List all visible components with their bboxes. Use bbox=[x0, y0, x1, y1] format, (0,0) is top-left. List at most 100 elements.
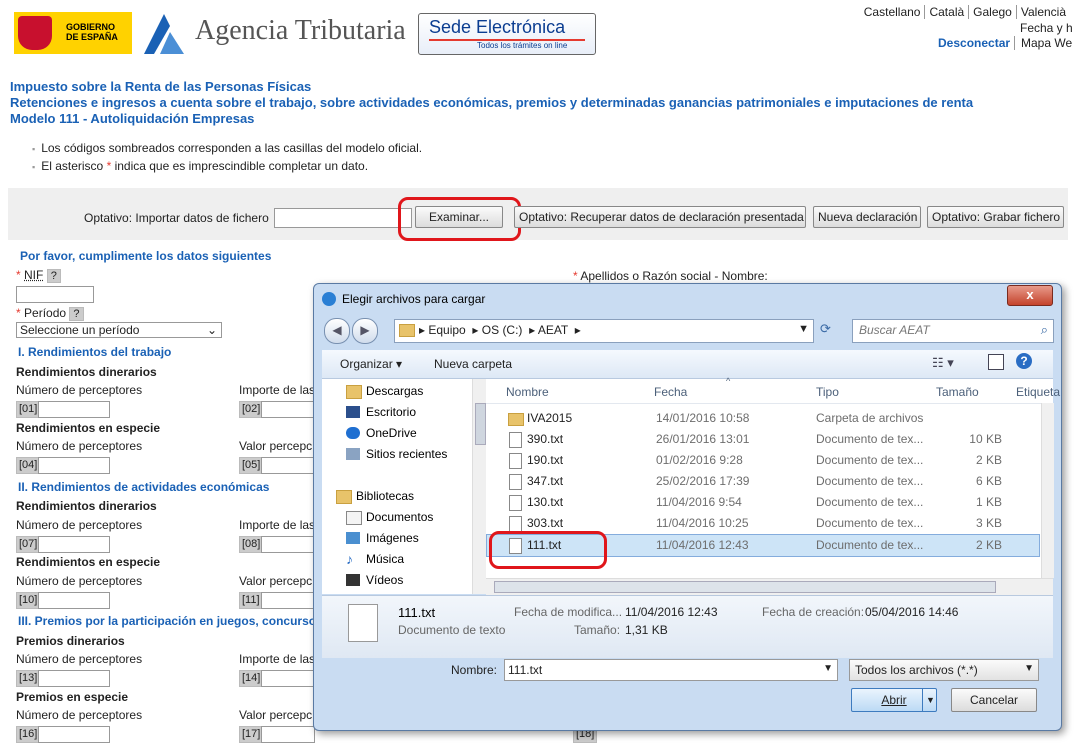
casilla-input[interactable] bbox=[261, 457, 315, 474]
cancel-button[interactable]: Cancelar bbox=[951, 688, 1037, 712]
casilla-input[interactable] bbox=[38, 401, 110, 418]
chevron-down-icon[interactable]: ▼ bbox=[922, 689, 935, 711]
nav-item-libraries[interactable]: Bibliotecas bbox=[356, 489, 414, 503]
perceptores-label: Número de perceptores bbox=[16, 518, 143, 532]
lang-valencia[interactable]: Valencià bbox=[1015, 5, 1070, 19]
chevron-down-icon[interactable]: ▼ bbox=[823, 663, 833, 674]
text-file-icon bbox=[509, 474, 522, 490]
chevron-down-icon[interactable]: ▼ bbox=[798, 323, 809, 335]
file-type-filter[interactable]: Todos los archivos (*.*) ▼ bbox=[849, 659, 1039, 681]
file-row-390[interactable]: 390.txt 26/01/2016 13:01 Documento de te… bbox=[486, 429, 1041, 450]
close-button[interactable]: x bbox=[1007, 285, 1053, 306]
casilla-code: [02] bbox=[239, 401, 264, 418]
path-aeat[interactable]: AEAT bbox=[538, 323, 568, 337]
casilla-input[interactable] bbox=[38, 726, 110, 743]
horizontal-scrollbar[interactable] bbox=[486, 578, 1053, 595]
casilla-code: [10] bbox=[16, 592, 41, 609]
agency-name: Agencia Tributaria bbox=[195, 15, 406, 46]
nav-item-downloads[interactable]: Descargas bbox=[366, 384, 423, 398]
file-row-iva2015[interactable]: IVA2015 14/01/2016 10:58 Carpeta de arch… bbox=[486, 408, 1041, 429]
perceptores-label: Número de perceptores bbox=[16, 383, 143, 397]
lang-galego[interactable]: Galego bbox=[968, 5, 1016, 19]
nav-item-recent[interactable]: Sitios recientes bbox=[366, 447, 447, 461]
date-label: Fecha y h bbox=[1020, 21, 1073, 35]
col-tags[interactable]: Etiqueta bbox=[1016, 385, 1060, 399]
casilla-input[interactable] bbox=[38, 457, 110, 474]
nav-item-desktop[interactable]: Escritorio bbox=[366, 405, 416, 419]
filename-input[interactable]: 111.txt ▼ bbox=[504, 659, 838, 681]
back-icon[interactable]: ◀ bbox=[324, 318, 350, 344]
detail-mod-label: Fecha de modifica... bbox=[514, 605, 623, 619]
view-options-icon[interactable]: ☷ ▾ bbox=[932, 355, 954, 371]
organize-menu[interactable]: Organizar ▾ bbox=[340, 357, 402, 371]
recent-places-icon bbox=[346, 448, 360, 460]
hscroll-thumb[interactable] bbox=[494, 581, 996, 593]
path-equipo[interactable]: Equipo bbox=[428, 323, 465, 337]
nav-item-onedrive[interactable]: OneDrive bbox=[366, 426, 417, 440]
open-button[interactable]: Abrir ▼ bbox=[851, 688, 937, 712]
importe-label: Importe de las bbox=[239, 383, 316, 397]
sede-electronica-logo[interactable]: Sede Electrónica Todos los trámites on l… bbox=[418, 13, 596, 55]
pictures-icon bbox=[346, 532, 360, 544]
file-list-scrollbar[interactable] bbox=[1041, 403, 1054, 578]
note-shaded: Los códigos sombreados corresponden a la… bbox=[32, 141, 422, 155]
save-file-button[interactable]: Optativo: Grabar fichero bbox=[927, 206, 1064, 228]
file-row-190[interactable]: 190.txt 01/02/2016 9:28 Documento de tex… bbox=[486, 450, 1041, 471]
recover-declaration-button[interactable]: Optativo: Recuperar datos de declaración… bbox=[514, 206, 806, 228]
forward-icon[interactable]: ▶ bbox=[352, 318, 378, 344]
nav-item-pictures[interactable]: Imágenes bbox=[366, 531, 419, 545]
gobierno-line-1: GOBIERNO bbox=[66, 22, 116, 32]
lang-catala[interactable]: Català bbox=[924, 5, 969, 19]
nav-item-videos[interactable]: Vídeos bbox=[366, 573, 403, 587]
file-row-347[interactable]: 347.txt 25/02/2016 17:39 Documento de te… bbox=[486, 471, 1041, 492]
nif-help-icon[interactable]: ? bbox=[46, 269, 61, 283]
lang-castellano[interactable]: Castellano bbox=[860, 5, 925, 19]
highlight-ring-file bbox=[489, 531, 607, 569]
path-drive[interactable]: OS (C:) bbox=[482, 323, 523, 337]
coat-of-arms-icon bbox=[18, 16, 52, 50]
new-declaration-button[interactable]: Nueva declaración bbox=[813, 206, 921, 228]
col-size[interactable]: Tamaño bbox=[936, 385, 979, 399]
nif-label: * NIF ? bbox=[16, 268, 61, 284]
casilla-input[interactable] bbox=[261, 670, 315, 687]
sitemap-link[interactable]: Mapa We bbox=[1014, 36, 1072, 50]
text-file-large-icon bbox=[348, 604, 378, 642]
import-file-path[interactable] bbox=[274, 208, 412, 228]
libraries-icon bbox=[336, 490, 352, 504]
documents-icon bbox=[346, 511, 362, 525]
col-date[interactable]: Fecha bbox=[654, 385, 687, 399]
casilla-input[interactable] bbox=[261, 536, 315, 553]
periodo-help-icon[interactable]: ? bbox=[69, 307, 84, 321]
search-input[interactable]: Buscar AEAT ⌕ bbox=[852, 319, 1054, 343]
gobierno-line-2: DE ESPAÑA bbox=[66, 32, 118, 42]
preview-pane-icon[interactable] bbox=[988, 354, 1004, 370]
help-icon[interactable]: ? bbox=[1016, 353, 1032, 369]
perceptores-label: Número de perceptores bbox=[16, 439, 143, 453]
casilla-input[interactable] bbox=[38, 592, 110, 609]
casilla-code: [14] bbox=[239, 670, 264, 687]
file-row-130[interactable]: 130.txt 11/04/2016 9:54 Documento de tex… bbox=[486, 492, 1041, 513]
casilla-input[interactable] bbox=[261, 726, 315, 743]
details-pane: 111.txt Documento de texto Fecha de modi… bbox=[322, 595, 1053, 658]
casilla-input[interactable] bbox=[38, 536, 110, 553]
music-icon: ♪ bbox=[346, 551, 353, 567]
casilla-input[interactable] bbox=[38, 670, 110, 687]
nav-item-music[interactable]: Música bbox=[366, 552, 404, 566]
casilla-input[interactable] bbox=[261, 592, 315, 609]
scroll-thumb[interactable] bbox=[475, 403, 486, 445]
nif-input[interactable] bbox=[16, 286, 94, 303]
new-folder-button[interactable]: Nueva carpeta bbox=[434, 357, 512, 371]
refresh-icon[interactable]: ⟳ bbox=[820, 321, 831, 337]
col-name[interactable]: Nombre bbox=[506, 385, 549, 399]
gobierno-logo: GOBIERNO DE ESPAÑA bbox=[14, 12, 132, 54]
perceptores-label: Número de perceptores bbox=[16, 574, 143, 588]
casilla-input[interactable] bbox=[261, 401, 315, 418]
address-bar[interactable]: ▸ Equipo ▸ OS (C:) ▸ AEAT ▸ ▼ bbox=[394, 319, 814, 343]
highlight-ring-browse bbox=[398, 197, 521, 241]
logout-link[interactable]: Desconectar bbox=[938, 36, 1010, 50]
nav-scrollbar[interactable] bbox=[472, 379, 487, 594]
nav-item-documents[interactable]: Documentos bbox=[366, 510, 433, 524]
periodo-select[interactable]: Seleccione un período ⌄ bbox=[16, 322, 222, 338]
col-type[interactable]: Tipo bbox=[816, 385, 839, 399]
search-icon[interactable]: ⌕ bbox=[1041, 322, 1048, 338]
